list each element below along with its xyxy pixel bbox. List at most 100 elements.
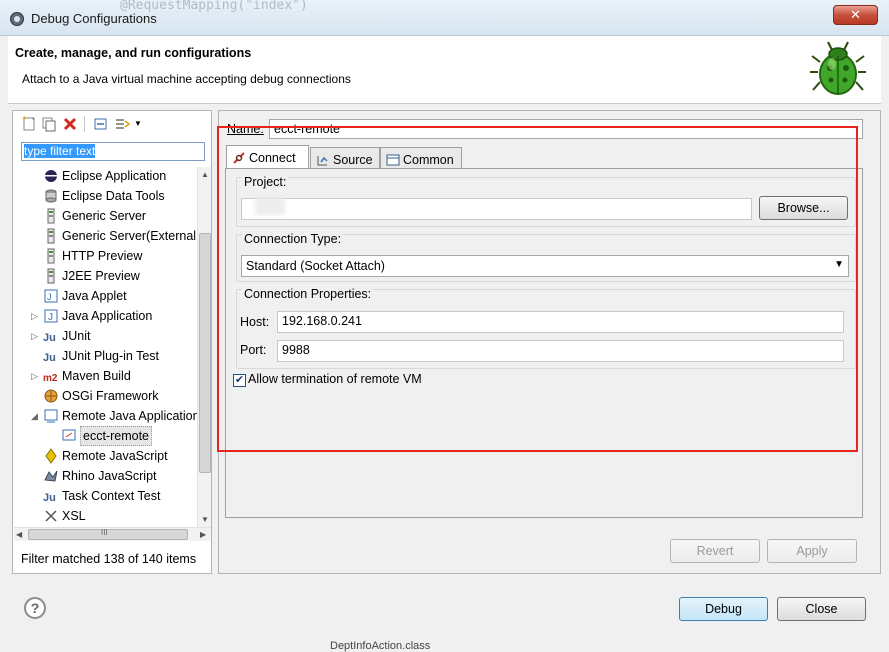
svg-text:Ju: Ju xyxy=(43,492,56,504)
tab-common[interactable]: Common xyxy=(380,147,462,169)
tree-item-label: JUnit Plug-in Test xyxy=(62,349,160,363)
debug-button[interactable]: Debug xyxy=(679,597,768,621)
delete-icon[interactable] xyxy=(62,116,78,132)
xsl-icon xyxy=(45,510,57,522)
tree-item-label: Remote JavaScript xyxy=(62,449,168,463)
svg-text:m2: m2 xyxy=(43,373,58,384)
allow-termination-checkbox[interactable]: ✔ xyxy=(233,374,246,387)
scroll-grip: III xyxy=(101,528,108,537)
expand-icon[interactable]: ▷ xyxy=(31,332,39,341)
horizontal-scroll-thumb[interactable]: III xyxy=(28,528,188,540)
connect-icon xyxy=(233,152,245,164)
configuration-editor-panel: Name: ecct-remote Connect Source Common … xyxy=(218,110,881,574)
task-context-icon: Ju xyxy=(43,492,56,504)
tree-vertical-scrollbar[interactable]: ▲ ▼ xyxy=(197,167,211,527)
svg-text:Ju: Ju xyxy=(43,332,56,344)
connection-type-group: Connection Type: Standard (Socket Attach… xyxy=(236,232,856,282)
eclipse-icon xyxy=(45,170,57,182)
allow-termination-label: Allow termination of remote VM xyxy=(248,372,422,386)
tree-toolbar: ▼ xyxy=(17,113,207,137)
window-close-button[interactable]: ✕ xyxy=(833,5,878,25)
filter-icon[interactable] xyxy=(115,116,131,132)
connection-type-select[interactable]: Standard (Socket Attach) ▼ xyxy=(241,255,849,277)
tree-item-label: Java Application xyxy=(62,309,153,323)
expand-icon[interactable]: ▷ xyxy=(31,312,39,321)
vertical-scroll-thumb[interactable] xyxy=(199,233,211,473)
tree-item-label: J2EE Preview xyxy=(62,269,140,283)
scroll-left-icon[interactable]: ◀ xyxy=(16,530,22,539)
tree-item-label: Generic Server xyxy=(62,209,147,223)
project-label: Project: xyxy=(242,175,289,189)
launch-configuration-tree-panel: ▼ type filter text Eclipse Application Ec… xyxy=(12,110,212,574)
revert-button[interactable]: Revert xyxy=(670,539,760,563)
help-icon[interactable]: ? xyxy=(24,597,46,619)
scroll-right-icon[interactable]: ▶ xyxy=(200,530,206,539)
tree-item-label: Generic Server(External Launch) xyxy=(62,229,197,243)
connection-type-label: Connection Type: xyxy=(242,232,344,246)
remote-java-icon xyxy=(44,409,58,423)
launch-configuration-tree: Eclipse Application Eclipse Data Tools Gen… xyxy=(13,167,197,527)
title-bar[interactable]: @RequestMapping("index") Debug Configura… xyxy=(0,0,889,36)
tree-item-label: OSGi Framework xyxy=(62,389,159,403)
junit-icon: Ju xyxy=(43,332,56,344)
duplicate-icon[interactable] xyxy=(41,116,57,132)
tree-item-label: Remote Java Application xyxy=(62,409,197,423)
header-banner: Create, manage, and run configurations A… xyxy=(8,36,881,104)
expand-icon[interactable]: ▷ xyxy=(31,372,39,381)
scroll-down-icon[interactable]: ▼ xyxy=(201,515,209,524)
svg-text:Ju: Ju xyxy=(43,352,56,364)
server-icon xyxy=(47,208,55,224)
connection-properties-group: Connection Properties: Host: 192.168.0.2… xyxy=(236,287,856,369)
collapse-all-icon[interactable] xyxy=(93,116,109,132)
header-description: Attach to a Java virtual machine accepti… xyxy=(22,72,351,86)
tree-item-label: JUnit xyxy=(62,329,91,343)
tree-item-label: Maven Build xyxy=(62,369,131,383)
background-editor-text: DeptInfoAction.class xyxy=(330,640,431,652)
server-icon xyxy=(47,268,55,284)
junit-plugin-icon: Ju xyxy=(43,352,56,364)
chevron-down-icon: ▼ xyxy=(834,259,844,270)
tree-horizontal-scrollbar[interactable]: ◀ III ▶ xyxy=(14,527,211,541)
host-label: Host: xyxy=(240,315,270,329)
connect-tab-content: Project: Browse... Connection Type: Stan… xyxy=(225,168,863,518)
apply-button[interactable]: Apply xyxy=(767,539,857,563)
port-label: Port: xyxy=(240,343,267,357)
port-field[interactable]: 9988 xyxy=(277,340,844,362)
javascript-icon xyxy=(45,448,57,464)
osgi-icon xyxy=(44,389,58,403)
tree-item-label: Task Context Test xyxy=(62,489,161,503)
configuration-name-field[interactable]: ecct-remote xyxy=(269,119,863,139)
name-label: Name: xyxy=(227,122,264,136)
connection-type-value: Standard (Socket Attach) xyxy=(246,259,385,273)
connection-properties-label: Connection Properties: xyxy=(242,287,374,301)
source-icon xyxy=(317,156,328,166)
scroll-up-icon[interactable]: ▲ xyxy=(201,170,209,179)
project-group: Project: Browse... xyxy=(236,175,856,227)
redacted-project-value xyxy=(255,197,285,215)
java-application-icon: J xyxy=(44,309,58,323)
tab-connect[interactable]: Connect xyxy=(226,145,309,169)
close-button[interactable]: Close xyxy=(777,597,866,621)
filter-input[interactable]: type filter text xyxy=(21,142,205,161)
svg-text:J: J xyxy=(48,312,53,323)
tree-item-label: Rhino JavaScript xyxy=(62,469,157,483)
tab-connect-label: Connect xyxy=(249,151,296,165)
collapse-icon[interactable]: ◢ xyxy=(31,412,39,421)
server-icon xyxy=(47,248,55,264)
tree-item-label: HTTP Preview xyxy=(62,249,143,263)
remote-java-config-icon xyxy=(62,429,76,441)
project-field[interactable] xyxy=(241,198,752,220)
rhino-icon xyxy=(44,470,58,482)
new-launch-configuration-icon[interactable] xyxy=(21,116,37,132)
filter-status-text: Filter matched 138 of 140 items xyxy=(21,552,197,566)
dropdown-arrow-icon[interactable]: ▼ xyxy=(134,119,150,135)
debug-bug-icon xyxy=(810,41,866,95)
host-field[interactable]: 192.168.0.241 xyxy=(277,311,844,333)
server-icon xyxy=(47,228,55,244)
tree-item-label: XSL xyxy=(62,509,86,523)
header-title: Create, manage, and run configurations xyxy=(15,46,252,60)
tree-item-label: ecct-remote xyxy=(80,426,152,446)
browse-button[interactable]: Browse... xyxy=(759,196,848,220)
tab-source[interactable]: Source xyxy=(310,147,380,169)
common-icon xyxy=(386,154,400,166)
